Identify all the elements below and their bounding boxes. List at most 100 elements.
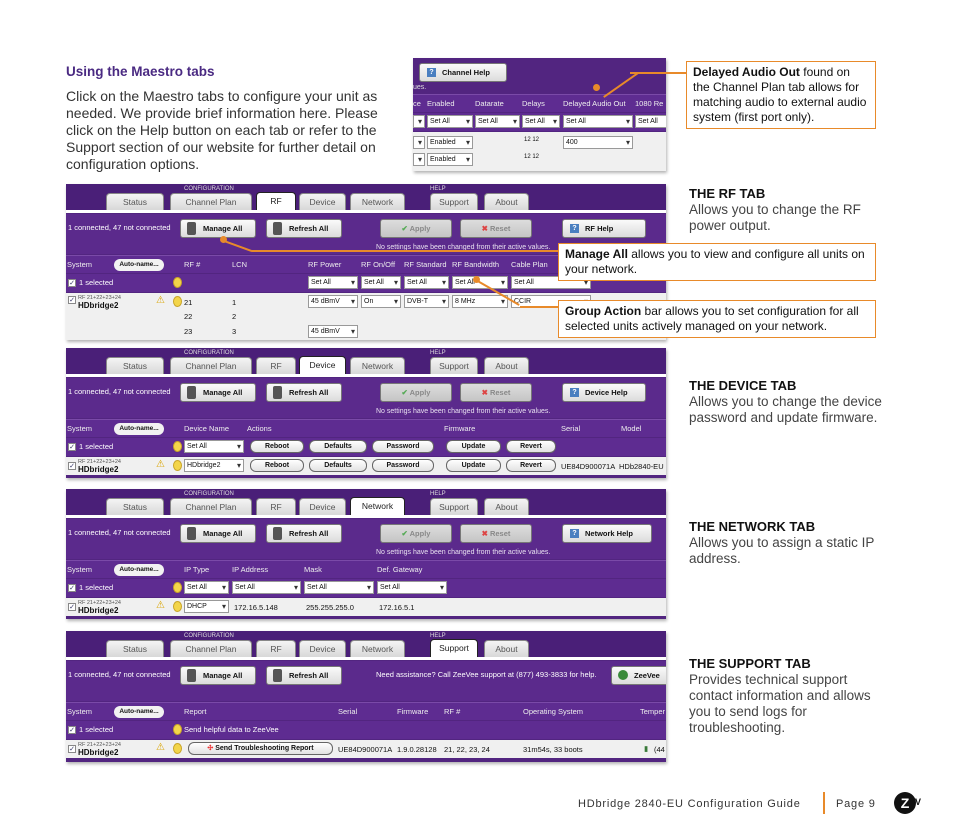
select-all-checkbox[interactable]: ✓ (68, 584, 76, 592)
tab-support[interactable]: Support (430, 357, 478, 374)
tab-channel-plan[interactable]: Channel Plan (170, 357, 252, 374)
auto-name-button[interactable]: Auto-name... (114, 564, 164, 576)
tab-device[interactable]: Device (299, 193, 346, 210)
bulb-icon[interactable] (173, 296, 182, 307)
reset-button[interactable]: ✖ Reset (460, 383, 532, 402)
send-troubleshooting-report-button[interactable]: ✣ Send Troubleshooting Report (188, 742, 333, 755)
manage-all-button[interactable]: Manage All (180, 219, 256, 238)
manage-all-button[interactable]: Manage All (180, 524, 256, 543)
password-button[interactable]: Password (372, 459, 434, 472)
zeevee-button[interactable]: ZeeVee (611, 666, 666, 685)
defaults-button[interactable]: Defaults (309, 459, 367, 472)
network-help-button[interactable]: ? Network Help (562, 524, 652, 543)
rf-power-select[interactable]: 45 dBmV (308, 325, 358, 338)
tab-channel-plan[interactable]: Channel Plan (170, 640, 252, 657)
unit-checkbox[interactable]: ✓ (68, 603, 76, 611)
reset-button[interactable]: ✖ Reset (460, 524, 532, 543)
tab-status[interactable]: Status (106, 498, 164, 515)
device-help-button[interactable]: ? Device Help (562, 383, 646, 402)
device-name-set-all[interactable]: Set All (184, 440, 244, 453)
unit-checkbox[interactable]: ✓ (68, 745, 76, 753)
tab-channel-plan[interactable]: Channel Plan (170, 193, 252, 210)
tab-support[interactable]: Support (430, 639, 478, 658)
manage-all-button[interactable]: Manage All (180, 383, 256, 402)
rf-bandwidth-select[interactable]: 8 MHz (452, 295, 508, 308)
rf-help-button[interactable]: ? RF Help (562, 219, 646, 238)
tab-about[interactable]: About (484, 357, 529, 374)
tab-about[interactable]: About (484, 498, 529, 515)
select-all-checkbox[interactable]: ✓ (68, 726, 76, 734)
unit-checkbox[interactable]: ✓ (68, 462, 76, 470)
tab-network[interactable]: Network (350, 497, 405, 516)
datarate-set-all[interactable]: Set All (475, 115, 520, 128)
tab-rf[interactable]: RF (256, 357, 296, 374)
unit-checkbox[interactable]: ✓ (68, 296, 76, 304)
apply-button[interactable]: ✔ Apply (380, 383, 452, 402)
revert-button[interactable]: Revert (506, 440, 556, 453)
tab-support[interactable]: Support (430, 193, 478, 210)
enabled-set-all[interactable]: Set All (427, 115, 473, 128)
reboot-button[interactable]: Reboot (250, 459, 304, 472)
bulb-icon[interactable] (173, 460, 182, 471)
tab-status[interactable]: Status (106, 357, 164, 374)
rf-onoff-select[interactable]: On (361, 295, 401, 308)
refresh-all-button[interactable]: Refresh All (266, 524, 342, 543)
tab-network[interactable]: Network (350, 640, 405, 657)
select-all-checkbox[interactable]: ✓ (68, 443, 76, 451)
tab-status[interactable]: Status (106, 640, 164, 657)
auto-name-button[interactable]: Auto-name... (114, 706, 164, 718)
tab-about[interactable]: About (484, 193, 529, 210)
tab-about[interactable]: About (484, 640, 529, 657)
select-all-checkbox[interactable]: ✓ (68, 279, 76, 287)
tab-device[interactable]: Device (299, 640, 346, 657)
refresh-all-button[interactable]: Refresh All (266, 666, 342, 685)
rf-standard-set-all[interactable]: Set All (404, 276, 449, 289)
delayed-audio-set-all[interactable]: Set All (563, 115, 633, 128)
select[interactable] (413, 115, 425, 128)
enabled-select[interactable]: Enabled (427, 153, 473, 166)
ip-type-select[interactable]: DHCP (184, 600, 229, 613)
rf-onoff-set-all[interactable]: Set All (361, 276, 401, 289)
select[interactable] (413, 136, 425, 149)
tab-device[interactable]: Device (299, 356, 346, 375)
delays-set-all[interactable]: Set All (522, 115, 560, 128)
ip-address-set-all[interactable]: Set All (232, 581, 301, 594)
rf-standard-select[interactable]: DVB-T (404, 295, 449, 308)
mask-set-all[interactable]: Set All (304, 581, 374, 594)
tab-device[interactable]: Device (299, 498, 346, 515)
reboot-button[interactable]: Reboot (250, 440, 304, 453)
select[interactable] (413, 153, 425, 166)
enabled-select[interactable]: Enabled (427, 136, 473, 149)
update-button[interactable]: Update (446, 459, 501, 472)
auto-name-button[interactable]: Auto-name... (114, 259, 164, 271)
defaults-button[interactable]: Defaults (309, 440, 367, 453)
tab-channel-plan[interactable]: Channel Plan (170, 498, 252, 515)
reset-button[interactable]: ✖ Reset (460, 219, 532, 238)
tab-status[interactable]: Status (106, 193, 164, 210)
1080-set-all[interactable]: Set All (635, 115, 666, 128)
revert-button[interactable]: Revert (506, 459, 556, 472)
tab-rf[interactable]: RF (256, 192, 296, 211)
channel-help-button[interactable]: ? Channel Help (419, 63, 507, 82)
tab-rf[interactable]: RF (256, 640, 296, 657)
bulb-icon[interactable] (173, 724, 182, 735)
rf-power-select[interactable]: 45 dBmV (308, 295, 358, 308)
apply-button[interactable]: ✔ Apply (380, 219, 452, 238)
bulb-icon[interactable] (173, 582, 182, 593)
tab-rf[interactable]: RF (256, 498, 296, 515)
update-button[interactable]: Update (446, 440, 501, 453)
bulb-icon[interactable] (173, 441, 182, 452)
rf-power-set-all[interactable]: Set All (308, 276, 358, 289)
bulb-icon[interactable] (173, 743, 182, 754)
bulb-icon[interactable] (173, 277, 182, 288)
device-name-input[interactable]: HDbridge2 (184, 459, 244, 472)
bulb-icon[interactable] (173, 601, 182, 612)
refresh-all-button[interactable]: Refresh All (266, 383, 342, 402)
ip-type-set-all[interactable]: Set All (184, 581, 229, 594)
manage-all-button[interactable]: Manage All (180, 666, 256, 685)
delayed-audio-input[interactable]: 400 (563, 136, 633, 149)
refresh-all-button[interactable]: Refresh All (266, 219, 342, 238)
password-button[interactable]: Password (372, 440, 434, 453)
tab-support[interactable]: Support (430, 498, 478, 515)
gateway-set-all[interactable]: Set All (377, 581, 447, 594)
